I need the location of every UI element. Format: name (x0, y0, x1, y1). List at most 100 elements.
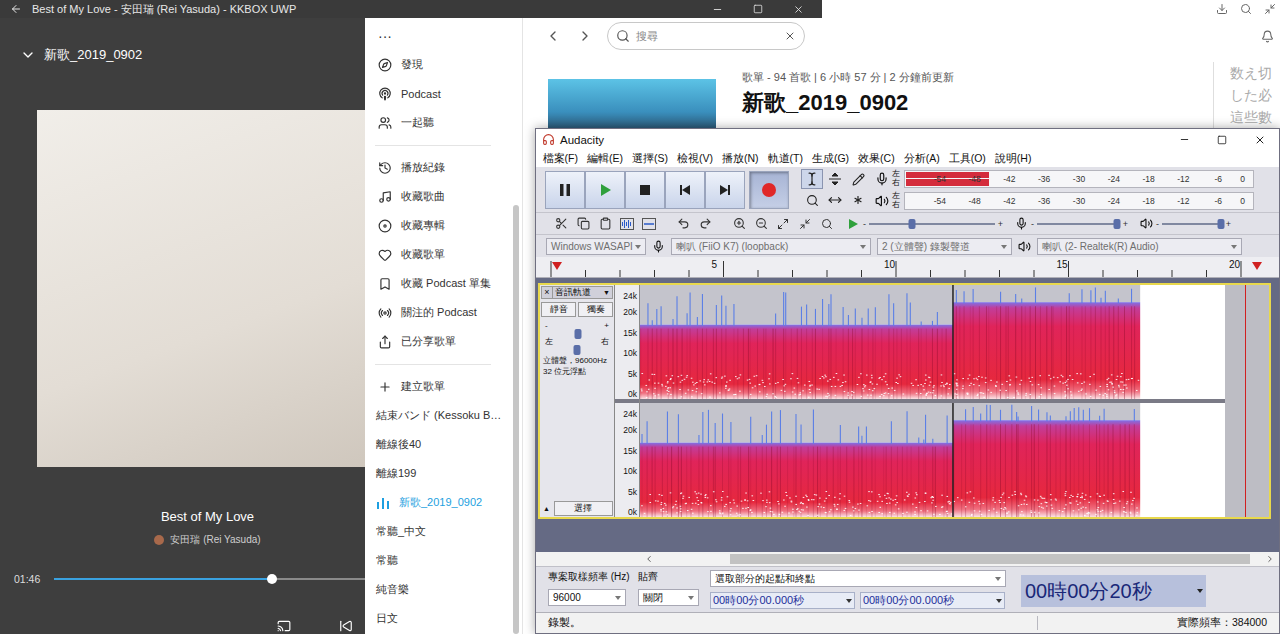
zoom-tool[interactable] (801, 190, 823, 210)
sidebar-item[interactable]: 關注的 Podcast (365, 298, 513, 327)
slider-track[interactable] (1162, 223, 1223, 225)
timeline-ruler[interactable]: 5101520 (536, 257, 1279, 278)
selection-mode-select[interactable]: 選取部分的起點和終點 (710, 570, 1006, 587)
track-menu-button[interactable]: ▼ (601, 289, 612, 296)
playback-meter[interactable]: 左右-54-48-42-36-30-24-18-12-60 (875, 191, 1254, 211)
more-button[interactable]: ··· (365, 26, 513, 46)
menu-item[interactable]: 生成(G) (807, 152, 853, 166)
selection-start-time[interactable]: 00時00分00.000秒 (710, 592, 855, 609)
draw-tool[interactable] (847, 169, 869, 189)
sidebar-item[interactable]: 離線後40 (365, 430, 513, 459)
slider-knob[interactable] (575, 329, 582, 339)
menu-item[interactable]: 播放(N) (717, 152, 763, 166)
audio-track[interactable]: ×音訊軌道▼靜音獨奏-+左右立體聲，96000Hz32 位元浮點▲選擇24k20… (538, 283, 1271, 519)
mini-player-icon[interactable] (1264, 3, 1276, 15)
sidebar-item[interactable]: 純音樂 (365, 575, 513, 604)
sidebar-item[interactable]: 播放紀錄 (365, 153, 513, 182)
play-region-end-icon[interactable] (1252, 262, 1262, 270)
menu-item[interactable]: 編輯(E) (582, 152, 627, 166)
play-at-speed-icon[interactable] (846, 217, 860, 231)
maximize-icon[interactable] (753, 4, 763, 14)
mute-button[interactable]: 靜音 (541, 302, 576, 317)
stop-button[interactable] (625, 171, 665, 209)
menu-item[interactable]: 工具(O) (944, 152, 990, 166)
speed-slider[interactable]: -+ (863, 219, 1003, 229)
slider-knob[interactable] (574, 345, 581, 355)
gain-slider[interactable]: -+ (545, 321, 609, 333)
slider-knob[interactable] (1114, 219, 1121, 229)
minimize-icon[interactable] (712, 4, 723, 15)
time-shift-tool[interactable] (824, 190, 846, 210)
sidebar-item[interactable]: 新歌_2019_0902 (365, 488, 513, 517)
now-playing-header[interactable]: 新歌_2019_0902 (0, 18, 365, 64)
sidebar-item[interactable]: Podcast (365, 79, 513, 108)
sidebar-item[interactable]: 收藏 Podcast 單集 (365, 269, 513, 298)
record-meter[interactable]: 左右-54-48-42-36-30-24-18-12-60 (875, 169, 1254, 189)
skip-end-button[interactable] (705, 171, 745, 209)
slider-knob[interactable] (908, 219, 915, 229)
selection-end-time[interactable]: 00時00分00.000秒 (860, 592, 1005, 609)
play-region-start-icon[interactable] (552, 262, 562, 270)
menu-item[interactable]: 分析(A) (899, 152, 944, 166)
progress-knob[interactable] (267, 574, 277, 584)
skip-start-button[interactable] (665, 171, 705, 209)
menu-item[interactable]: 檔案(F) (538, 152, 582, 166)
close-icon[interactable] (793, 4, 804, 15)
minimize-button[interactable] (1165, 134, 1203, 145)
progress-bar[interactable] (54, 578, 365, 580)
spectrogram[interactable] (640, 285, 1225, 399)
cast-icon[interactable] (277, 619, 291, 633)
select-button[interactable]: 選擇 (554, 501, 613, 516)
sidebar-item[interactable]: 常聽 (365, 546, 513, 575)
slider-track[interactable] (869, 223, 995, 225)
horizontal-scrollbar[interactable] (536, 552, 1279, 566)
multi-tool[interactable] (847, 190, 869, 210)
notification-button[interactable] (1261, 30, 1274, 43)
scroll-left-icon[interactable] (644, 554, 654, 564)
redo-button[interactable] (694, 214, 716, 234)
sidebar-item[interactable]: 收藏歌曲 (365, 182, 513, 211)
collapse-button[interactable]: ▲ (541, 505, 552, 512)
sidebar-item[interactable]: 日文 (365, 604, 513, 633)
audio-position-timer[interactable]: 00時00分20秒 (1021, 575, 1206, 607)
scroll-track[interactable] (657, 554, 1262, 564)
sidebar-scrollbar[interactable] (513, 205, 519, 634)
slider-track[interactable] (1037, 223, 1120, 225)
previous-icon[interactable] (339, 619, 353, 633)
forward-icon[interactable] (577, 28, 593, 44)
trim-button[interactable] (616, 214, 638, 234)
cut-button[interactable] (550, 214, 572, 234)
scroll-thumb[interactable] (730, 554, 1250, 564)
download-icon[interactable] (1216, 3, 1228, 15)
menu-item[interactable]: 效果(C) (854, 152, 900, 166)
playback-volume-slider[interactable]: -+ (1156, 219, 1231, 229)
clear-search-icon[interactable] (784, 30, 796, 42)
artist-row[interactable]: 安田瑞 (Rei Yasuda) (0, 533, 365, 547)
chevron-down-icon[interactable] (20, 47, 36, 63)
select-tool[interactable] (801, 169, 823, 189)
play-button[interactable] (585, 171, 625, 209)
fit-selection-button[interactable] (772, 214, 794, 234)
spectrogram[interactable] (640, 403, 1225, 517)
silence-button[interactable] (638, 214, 660, 234)
undo-button[interactable] (672, 214, 694, 234)
zoom-toggle-button[interactable] (816, 214, 838, 234)
copy-button[interactable] (572, 214, 594, 234)
scroll-right-icon[interactable] (1265, 554, 1275, 564)
sidebar-item[interactable]: 收藏歌單 (365, 240, 513, 269)
pause-button[interactable] (545, 171, 585, 209)
track-close-button[interactable]: × (542, 287, 553, 298)
sidebar-item[interactable]: 一起聽 (365, 108, 513, 137)
solo-button[interactable]: 獨奏 (578, 302, 613, 317)
snap-select[interactable]: 關閉 (638, 589, 699, 606)
menu-item[interactable]: 軌道(T) (763, 152, 807, 166)
envelope-tool[interactable] (824, 169, 846, 189)
back-icon[interactable] (545, 28, 561, 44)
menu-item[interactable]: 說明(H) (990, 152, 1036, 166)
maximize-button[interactable] (1203, 135, 1241, 145)
record-volume-slider[interactable]: -+ (1031, 219, 1128, 229)
sidebar-item[interactable]: 發現 (365, 50, 513, 79)
sidebar-item[interactable]: 建立歌單 (365, 372, 513, 401)
sidebar-item[interactable]: 收藏專輯 (365, 211, 513, 240)
zoom-out-button[interactable] (750, 214, 772, 234)
